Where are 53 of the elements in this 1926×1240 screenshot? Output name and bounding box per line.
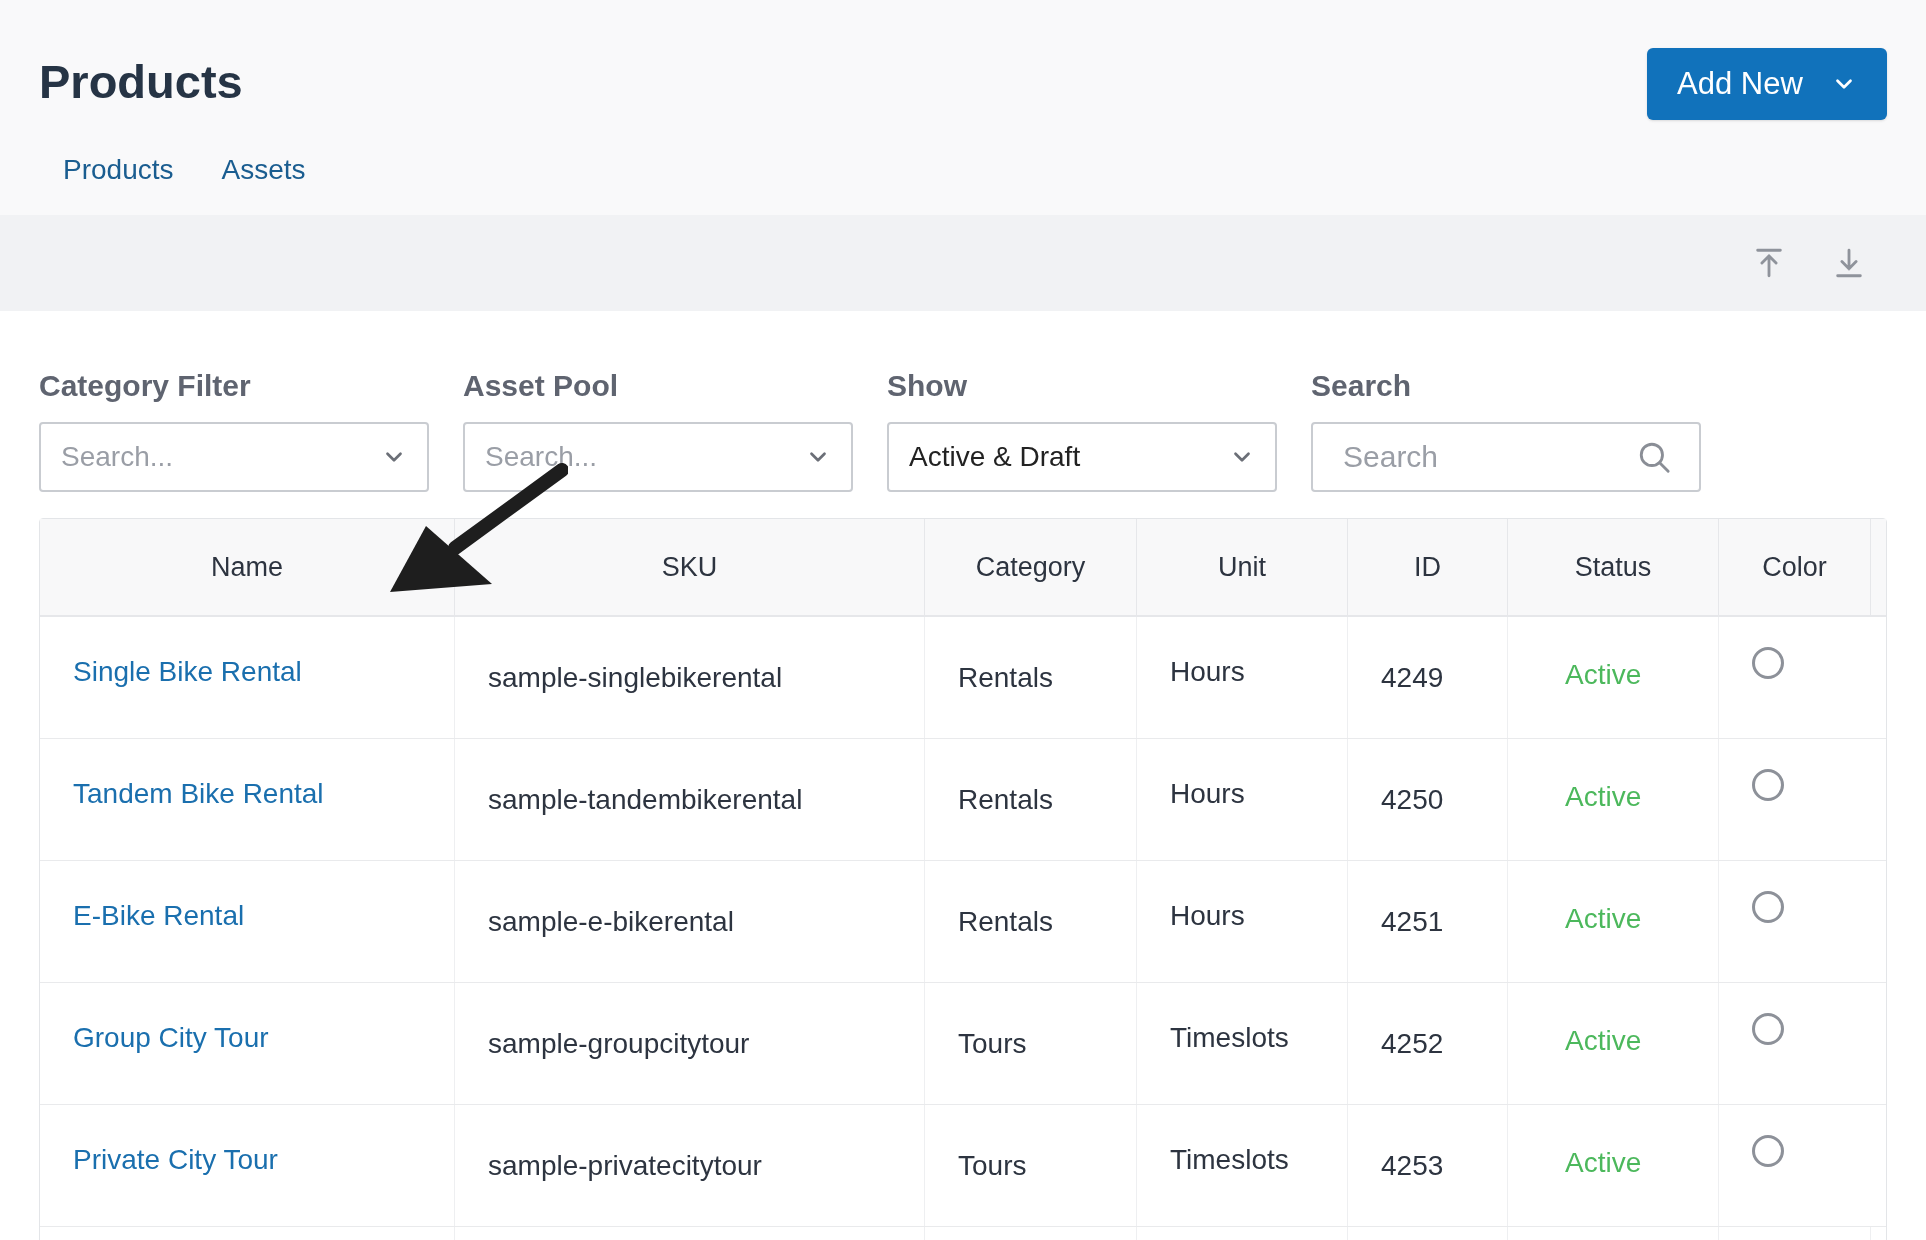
status-text: Active	[1565, 659, 1642, 690]
search-field[interactable]: Search	[1311, 422, 1701, 492]
table-cell: Hours	[1170, 778, 1245, 809]
select-field[interactable]: Search...	[39, 422, 429, 492]
color-swatch[interactable]	[1752, 1013, 1784, 1045]
status-text: Active	[1565, 1025, 1642, 1056]
product-name-link[interactable]: Tandem Bike Rental	[73, 778, 324, 809]
column-header: ID	[1348, 519, 1508, 615]
product-name-link[interactable]: Private City Tour	[73, 1144, 278, 1175]
table-cell: Timeslots	[1170, 1022, 1289, 1053]
table-cell: 4252	[1381, 1028, 1444, 1059]
table-cell: sample-privatecitytour	[488, 1150, 762, 1181]
table-cell: Rentals	[958, 906, 1053, 937]
table-cell: sample-e-bikerental	[488, 906, 734, 937]
table-cell: Rentals	[958, 662, 1053, 693]
table-cell: Hours	[1170, 656, 1245, 687]
color-swatch[interactable]	[1752, 1135, 1784, 1167]
column-header: Unit	[1137, 519, 1348, 615]
status-text: Active	[1565, 781, 1642, 812]
table-cell: sample-singlebikerental	[488, 662, 783, 693]
filter-label: Show	[887, 368, 968, 404]
product-name-link[interactable]: E-Bike Rental	[73, 900, 245, 931]
table-cell: 4251	[1381, 906, 1444, 937]
table-cell: sample-tandembikerental	[488, 784, 803, 815]
search-icon	[1637, 440, 1671, 474]
add-new-button[interactable]: Add New	[1647, 48, 1887, 120]
color-swatch[interactable]	[1752, 769, 1784, 801]
table-cell: Timeslots	[1170, 1144, 1289, 1175]
column-header: Status	[1508, 519, 1719, 615]
filter-label: Asset Pool	[463, 368, 620, 404]
product-name-link[interactable]: Group City Tour	[73, 1022, 269, 1053]
status-text: Active	[1565, 903, 1642, 934]
tab-link[interactable]: Products	[63, 149, 174, 191]
filter-label: Category Filter	[39, 368, 252, 404]
table-cell: 4253	[1381, 1150, 1444, 1181]
filter-label: Search	[1311, 368, 1413, 404]
table-cell: sample-groupcitytour	[488, 1028, 750, 1059]
select-field[interactable]: Search...	[463, 422, 853, 492]
table-cell: Tours	[958, 1028, 1027, 1059]
tab-link[interactable]: Assets	[221, 149, 306, 191]
column-header: Category	[925, 519, 1137, 615]
table-cell: Tours	[958, 1150, 1027, 1181]
color-swatch[interactable]	[1752, 647, 1784, 679]
table-cell: Rentals	[958, 784, 1053, 815]
select-field[interactable]: Active & Draft	[887, 422, 1277, 492]
column-header: Color	[1719, 519, 1871, 615]
status-text: Active	[1565, 1147, 1642, 1178]
table-cell: 4250	[1381, 784, 1444, 815]
page-title: Products	[39, 58, 244, 105]
color-swatch[interactable]	[1752, 891, 1784, 923]
table-cell: Hours	[1170, 900, 1245, 931]
product-name-link[interactable]: Single Bike Rental	[73, 656, 302, 687]
table-cell: 4249	[1381, 662, 1444, 693]
